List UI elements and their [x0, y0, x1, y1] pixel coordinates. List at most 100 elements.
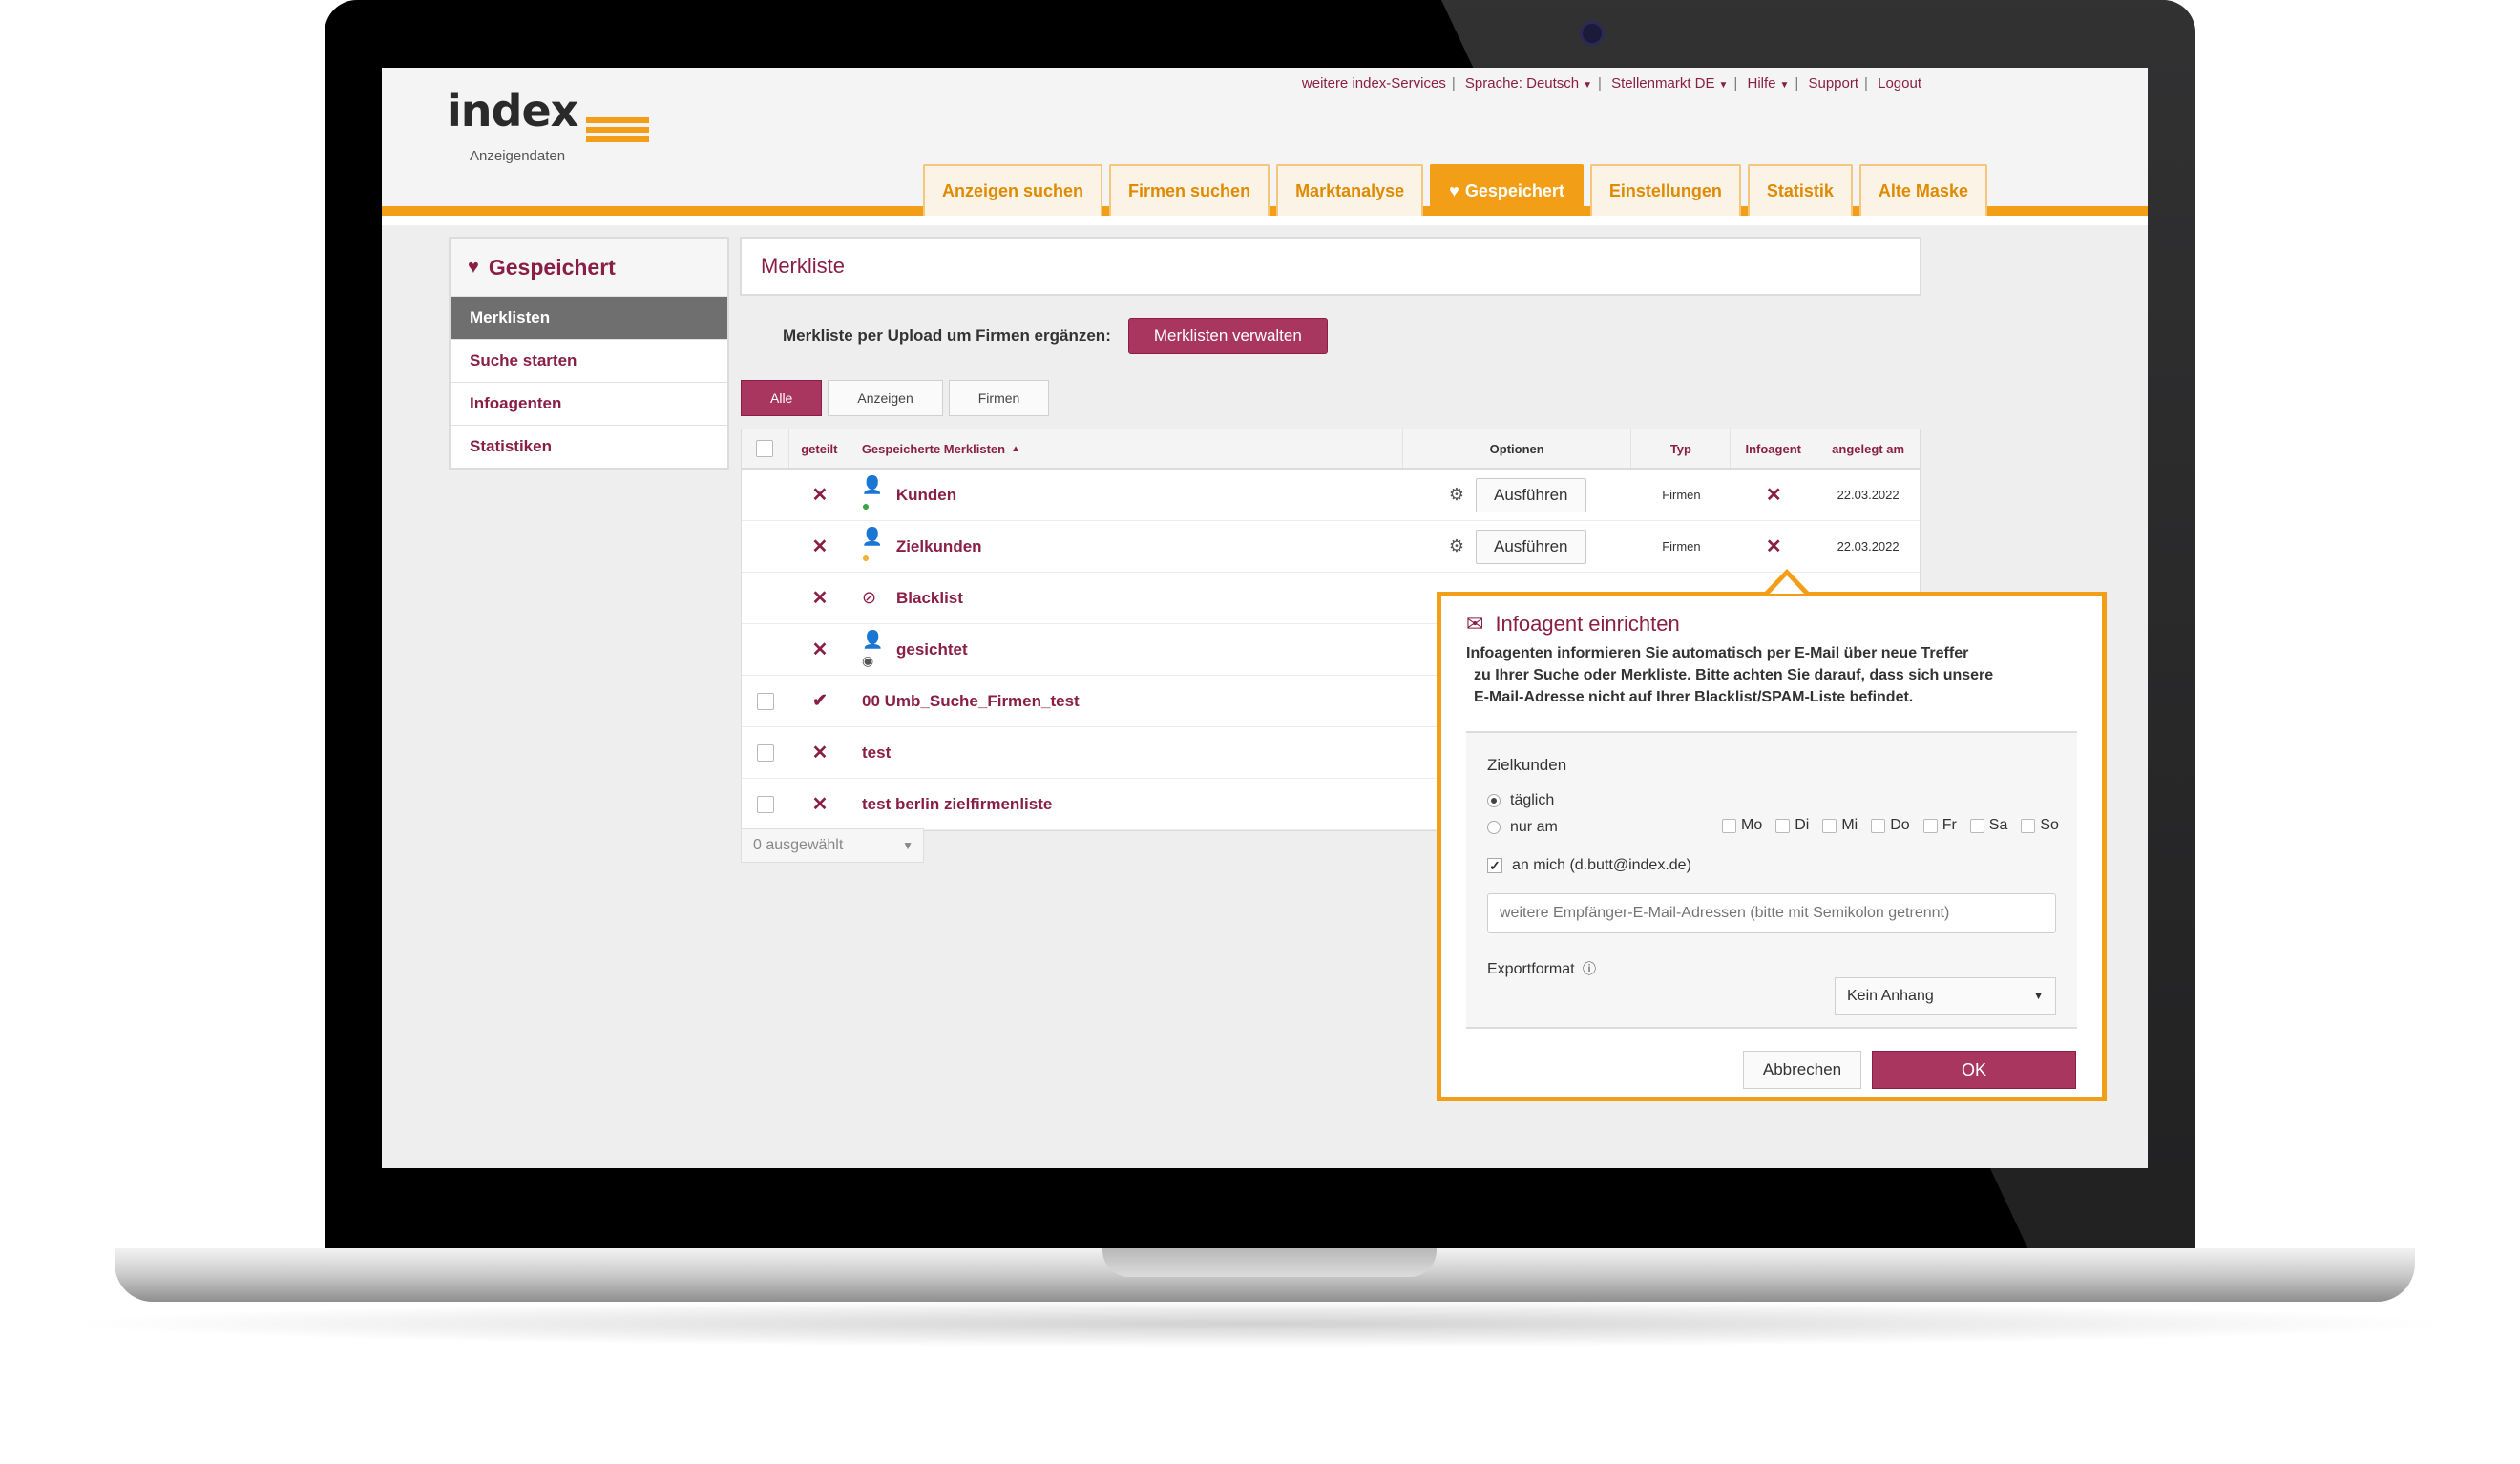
day-checkbox[interactable] — [1871, 818, 1886, 833]
separator: | — [1733, 75, 1738, 92]
day-checkbox[interactable] — [1775, 818, 1791, 833]
day-label: So — [2040, 817, 2059, 833]
select-cell — [742, 573, 789, 623]
sidebar-item-suche-starten[interactable]: Suche starten — [451, 339, 727, 382]
list-name-label: Zielkunden — [1487, 756, 1567, 774]
language-select[interactable]: Sprache: Deutsch ▼ — [1465, 75, 1592, 92]
run-button[interactable]: Ausführen — [1476, 529, 1586, 564]
send-to-me-option[interactable]: ✓ an mich (d.butt@index.de) — [1487, 857, 1691, 874]
day-do[interactable]: Do — [1871, 817, 1910, 834]
select-cell — [742, 676, 789, 726]
list-name[interactable]: 00 Umb_Suche_Firmen_test — [862, 692, 1080, 711]
only-on-label: nur am — [1510, 819, 1558, 835]
row-checkbox[interactable] — [757, 692, 774, 710]
name-cell: 👤● Kunden — [850, 470, 1403, 520]
sidebar-item-infoagenten[interactable]: Infoagenten — [451, 382, 727, 425]
page-title-box: Merkliste — [740, 237, 1922, 296]
tab-firmen-suchen[interactable]: Firmen suchen — [1109, 164, 1270, 216]
help-menu[interactable]: Hilfe ▼ — [1747, 75, 1789, 92]
day-checkbox[interactable] — [1969, 818, 1984, 833]
cancel-button[interactable]: Abbrechen — [1743, 1051, 1861, 1089]
list-name[interactable]: test — [862, 743, 891, 763]
gear-icon[interactable]: ⚙ — [1449, 536, 1464, 556]
day-so[interactable]: So — [2021, 817, 2059, 834]
email-recipients-input[interactable] — [1487, 893, 2056, 933]
list-name[interactable]: Zielkunden — [896, 537, 982, 556]
day-label: Sa — [1988, 817, 2008, 833]
sidebar-title: ♥ Gespeichert — [451, 239, 727, 296]
list-name[interactable]: Kunden — [896, 486, 956, 505]
daily-radio[interactable] — [1487, 794, 1501, 807]
day-sa[interactable]: Sa — [1969, 817, 2008, 834]
name-cell: ⊘ Blacklist — [850, 573, 1404, 623]
top-navigation: weitere index-Services | Sprache: Deutsch… — [1302, 75, 1922, 92]
export-format-text: Exportformat — [1487, 961, 1575, 977]
day-checkbox[interactable] — [1722, 818, 1736, 833]
filter-anzeigen-button[interactable]: Anzeigen — [828, 380, 943, 416]
day-checkbox[interactable] — [2021, 818, 2036, 833]
sidebar-item-merklisten[interactable]: Merklisten — [451, 296, 727, 339]
user-pending-icon: 👤● — [861, 526, 884, 565]
day-label: Do — [1890, 817, 1910, 833]
day-checkbox[interactable] — [1922, 818, 1938, 833]
filter-buttons: Alle Anzeigen Firmen — [741, 380, 1050, 416]
infoagent-cell[interactable]: ✕ — [1731, 521, 1816, 572]
ok-button[interactable]: OK — [1872, 1051, 2076, 1089]
select-all-checkbox[interactable] — [756, 440, 774, 457]
tab-statistik[interactable]: Statistik — [1747, 164, 1853, 216]
select-cell — [742, 779, 789, 829]
header-name[interactable]: Gespeicherte Merklisten ▲ — [850, 429, 1403, 468]
type-cell: Firmen — [1662, 539, 1701, 554]
tab-einstellungen[interactable]: Einstellungen — [1589, 164, 1741, 216]
day-label: Mi — [1841, 817, 1858, 833]
selection-dropdown[interactable]: 0 ausgewählt ▼ — [741, 828, 924, 863]
logo-bars-icon — [586, 117, 649, 146]
filter-firmen-button[interactable]: Firmen — [948, 380, 1050, 416]
day-fr[interactable]: Fr — [1922, 817, 1957, 834]
header-shared: geteilt — [789, 429, 850, 468]
day-di[interactable]: Di — [1775, 817, 1809, 834]
tab-anzeigen-suchen[interactable]: Anzeigen suchen — [923, 164, 1103, 216]
send-to-me-checkbox[interactable]: ✓ — [1487, 858, 1502, 873]
tab-marktanalyse[interactable]: Marktanalyse — [1276, 164, 1424, 216]
screen: index Anzeigendaten weitere index-Servic… — [382, 68, 2148, 1168]
day-mi[interactable]: Mi — [1822, 817, 1858, 834]
day-mo[interactable]: Mo — [1722, 817, 1762, 834]
heart-icon: ♥ — [468, 256, 479, 278]
market-select[interactable]: Stellenmarkt DE ▼ — [1611, 75, 1728, 92]
gear-icon[interactable]: ⚙ — [1449, 485, 1464, 505]
shared-cell: ✕ — [789, 573, 850, 623]
info-icon[interactable]: ⓘ — [1583, 961, 1596, 976]
filter-alle-button[interactable]: Alle — [741, 380, 823, 416]
daily-option[interactable]: täglich — [1487, 792, 1554, 809]
run-button[interactable]: Ausführen — [1476, 477, 1586, 512]
infoagent-cell[interactable]: ✕ — [1731, 470, 1816, 520]
row-checkbox[interactable] — [757, 795, 774, 813]
name-cell: test berlin zielfirmenliste ✎ — [850, 779, 1513, 829]
tab-alte-maske[interactable]: Alte Maske — [1858, 164, 1987, 216]
logo[interactable]: index Anzeigendaten — [447, 85, 649, 164]
chevron-down-icon: ▼ — [1779, 80, 1790, 91]
list-name[interactable]: Blacklist — [896, 589, 963, 608]
only-on-radio[interactable] — [1487, 821, 1501, 834]
sidebar-item-statistiken[interactable]: Statistiken — [451, 425, 727, 468]
options-cell: ⚙ Ausführen — [1403, 521, 1632, 572]
list-name[interactable]: gesichtet — [896, 640, 968, 659]
list-name[interactable]: test berlin zielfirmenliste — [862, 795, 1052, 814]
logout-link[interactable]: Logout — [1878, 75, 1922, 92]
select-cell — [742, 470, 789, 520]
only-on-option[interactable]: nur am — [1487, 819, 1558, 836]
options-cell: ⚙ Ausführen — [1403, 470, 1632, 520]
shared-cell: ✕ — [789, 470, 850, 520]
heart-icon: ♥ — [1449, 180, 1460, 200]
row-checkbox[interactable] — [757, 743, 774, 762]
tab-gespeichert[interactable]: ♥ Gespeichert — [1430, 164, 1584, 216]
created-cell: 22.03.2022 — [1837, 539, 1900, 554]
shared-cell: ✕ — [789, 779, 850, 829]
sidebar-title-label: Gespeichert — [488, 254, 616, 280]
day-checkbox[interactable] — [1822, 818, 1838, 833]
services-link[interactable]: weitere index-Services — [1302, 75, 1446, 92]
export-format-select[interactable]: Kein Anhang ▼ — [1835, 977, 2056, 1015]
manage-lists-button[interactable]: Merklisten verwalten — [1127, 318, 1328, 354]
support-link[interactable]: Support — [1808, 75, 1858, 92]
